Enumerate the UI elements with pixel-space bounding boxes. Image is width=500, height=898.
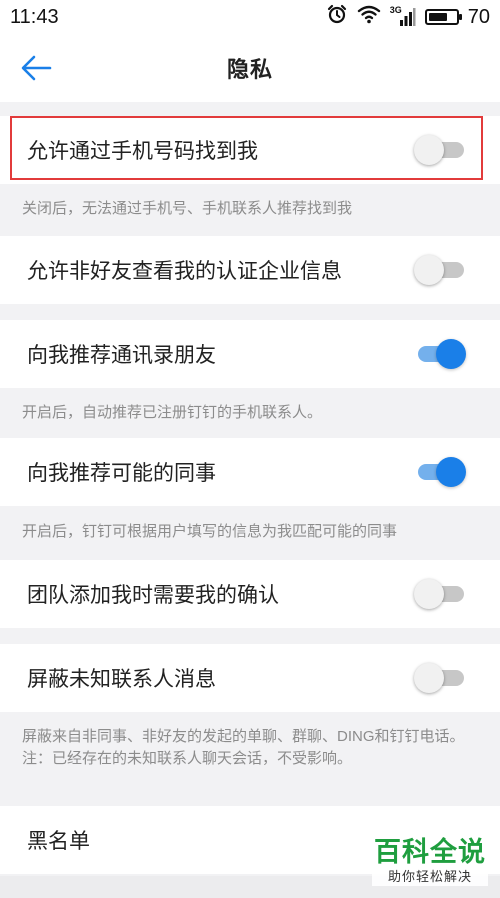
- setting-row-company-info: 允许非好友查看我的认证企业信息: [0, 236, 500, 304]
- signal-icon: 3G: [390, 5, 416, 27]
- page-title: 隐私: [226, 57, 273, 82]
- toggle-knob: [436, 457, 466, 487]
- battery-fill: [428, 13, 447, 21]
- colleague-recommend-toggle[interactable]: [414, 457, 466, 487]
- status-time: 11:43: [10, 5, 59, 28]
- setting-label: 团队添加我时需要我的确认: [27, 584, 279, 607]
- toggle-knob: [436, 339, 466, 369]
- setting-label: 允许通过手机号码找到我: [27, 140, 258, 163]
- arrow-left-icon: [21, 55, 52, 81]
- blacklist-label: 黑名单: [27, 830, 90, 853]
- watermark-subtitle: 助你轻松解决: [372, 868, 488, 886]
- setting-row-colleague-recommend: 向我推荐可能的同事: [0, 438, 500, 506]
- toggle-knob: [414, 579, 444, 609]
- nav-bar: 隐私: [0, 34, 500, 102]
- setting-label: 向我推荐通讯录朋友: [27, 344, 216, 367]
- setting-note: 屏蔽来自非同事、非好友的发起的单聊、群聊、DING和钉钉电话。注：已经存在的未知…: [22, 728, 465, 767]
- wifi-icon: [357, 4, 381, 30]
- setting-note: 开启后，钉钉可根据用户填写的信息为我匹配可能的同事: [22, 523, 398, 540]
- back-button[interactable]: [16, 48, 56, 88]
- find-by-phone-toggle[interactable]: [414, 135, 466, 165]
- status-icons: 3G 70: [326, 3, 490, 31]
- setting-row-find-by-phone: 允许通过手机号码找到我: [0, 116, 500, 184]
- setting-note: 开启后，自动推荐已注册钉钉的手机联系人。: [22, 404, 323, 421]
- setting-label: 向我推荐可能的同事: [27, 462, 216, 485]
- watermark-logo: 百科全说 助你轻松解决: [372, 836, 488, 886]
- toggle-knob: [414, 135, 444, 165]
- team-confirm-toggle[interactable]: [414, 579, 466, 609]
- setting-row-block-unknown: 屏蔽未知联系人消息: [0, 644, 500, 712]
- setting-row-contacts-recommend: 向我推荐通讯录朋友: [0, 320, 500, 388]
- setting-label: 屏蔽未知联系人消息: [27, 668, 216, 691]
- watermark-title: 百科全说: [374, 837, 486, 867]
- battery-level: 70: [467, 5, 490, 28]
- company-info-toggle[interactable]: [414, 255, 466, 285]
- status-bar: 11:43 3G 70: [0, 0, 500, 34]
- contacts-recommend-toggle[interactable]: [414, 339, 466, 369]
- setting-note: 关闭后，无法通过手机号、手机联系人推荐找到我: [22, 200, 353, 217]
- battery-icon: [424, 9, 462, 25]
- setting-row-team-confirm: 团队添加我时需要我的确认: [0, 560, 500, 628]
- toggle-knob: [414, 255, 444, 285]
- toggle-knob: [414, 663, 444, 693]
- setting-label: 允许非好友查看我的认证企业信息: [27, 260, 342, 283]
- block-unknown-toggle[interactable]: [414, 663, 466, 693]
- alarm-icon: [326, 3, 348, 31]
